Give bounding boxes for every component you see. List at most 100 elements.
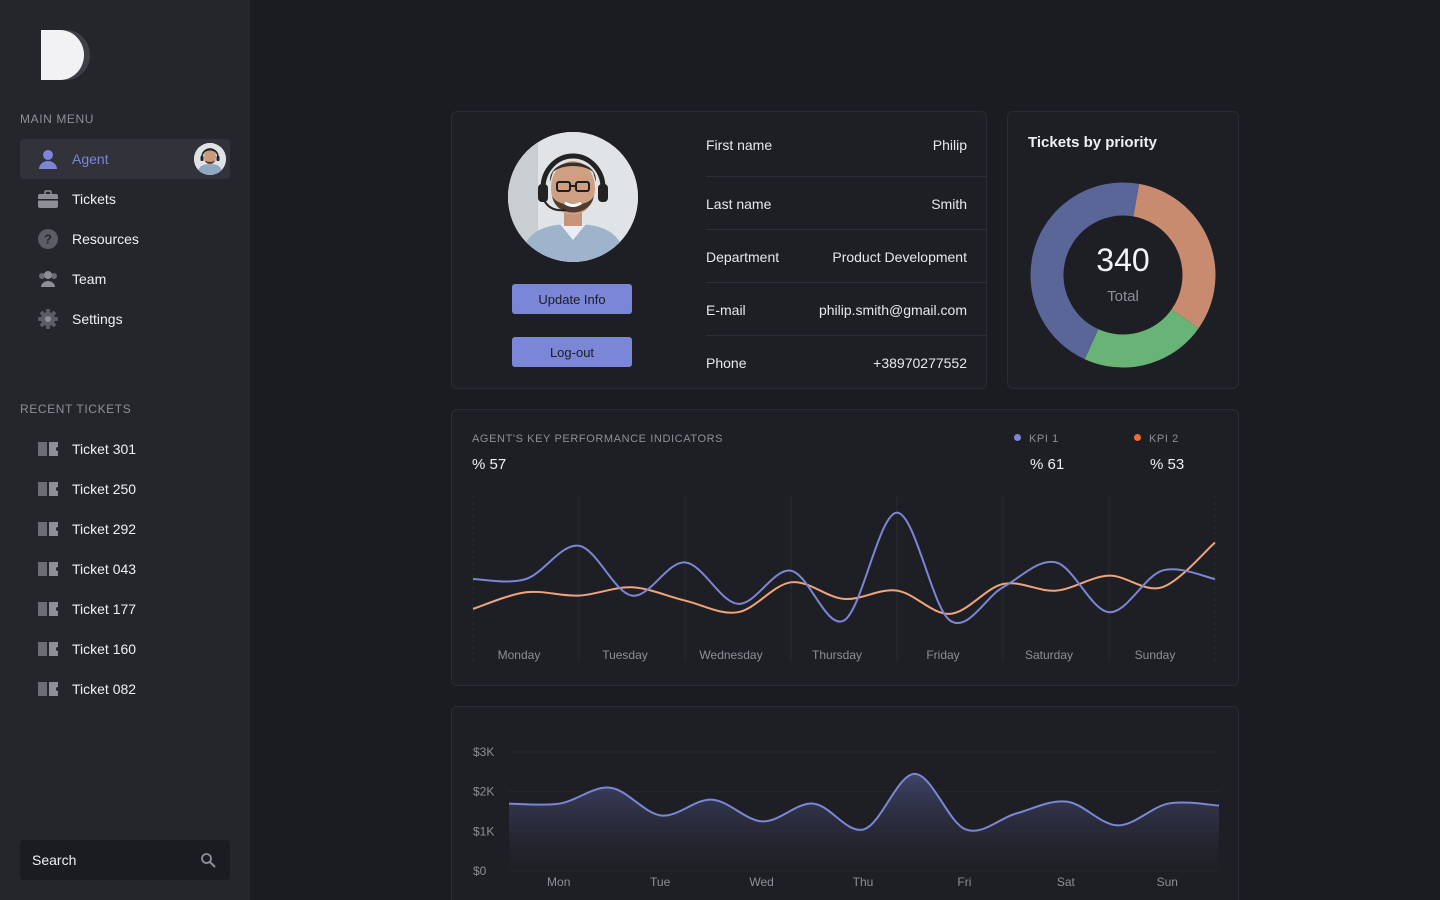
- kpi1-label: KPI 1: [1029, 433, 1059, 445]
- avatar-image: [194, 143, 226, 175]
- y-tick-label: $1K: [473, 824, 494, 838]
- profile-field-value: Smith: [931, 196, 967, 212]
- help-circle-icon: ?: [38, 229, 58, 249]
- priority-title: Tickets by priority: [1028, 134, 1157, 151]
- profile-field-row: E-mail philip.smith@gmail.com: [706, 283, 987, 336]
- update-info-button[interactable]: Update Info: [512, 284, 632, 314]
- x-tick-label: Friday: [926, 648, 959, 662]
- revenue-area-chart: $0 $1K $2K $3K Mon Tue Wed Thu Fri Sat Sun: [473, 745, 1220, 889]
- kpi-series-line: [472, 541, 1216, 615]
- priority-total-value: 340: [1096, 242, 1150, 278]
- kpi-title: AGENT'S KEY PERFORMANCE INDICATORS: [472, 433, 724, 445]
- profile-field-value: Product Development: [832, 249, 967, 265]
- gear-icon: [38, 309, 58, 329]
- kpi-series-line: [472, 511, 1216, 624]
- ticket-icon: [38, 642, 58, 656]
- sidebar-item-tickets[interactable]: Tickets: [20, 179, 230, 219]
- profile-field-row: First name Philip: [706, 112, 987, 177]
- x-tick-label: Wed: [749, 875, 773, 889]
- sidebar-item-label: Team: [72, 271, 107, 287]
- profile-field-label: First name: [706, 137, 773, 153]
- sidebar-item-label: Agent: [72, 151, 109, 167]
- recent-ticket-label: Ticket 250: [72, 481, 137, 497]
- kpi-card: Monday Tuesday Wednesday Thursday Friday Satu…: [451, 409, 1239, 686]
- recent-ticket-item[interactable]: Ticket 160: [20, 629, 230, 669]
- ticket-icon: [38, 482, 58, 496]
- recent-ticket-item[interactable]: Ticket 292: [20, 509, 230, 549]
- kpi-main-value: % 57: [472, 456, 507, 473]
- recent-ticket-label: Ticket 301: [72, 441, 137, 457]
- kpi2-legend: KPI 2: [1134, 433, 1179, 445]
- revenue-card: $0 $1K $2K $3K Mon Tue Wed Thu Fri Sat Sun: [451, 706, 1239, 900]
- recent-ticket-item[interactable]: Ticket 082: [20, 669, 230, 709]
- agent-photo-image: [508, 132, 638, 262]
- x-tick-label: Tue: [650, 875, 671, 889]
- profile-field-value: Philip: [932, 137, 967, 153]
- sidebar-item-settings[interactable]: Settings: [20, 299, 230, 339]
- recent-ticket-label: Ticket 082: [72, 681, 137, 697]
- sidebar-item-label: Resources: [72, 231, 139, 247]
- agent-profile-card: Update Info Log-out First name Philip Last…: [451, 111, 987, 389]
- recent-ticket-item[interactable]: Ticket 177: [20, 589, 230, 629]
- search-input[interactable]: [20, 840, 190, 880]
- recent-ticket-label: Ticket 160: [72, 641, 137, 657]
- sidebar-item-label: Settings: [72, 311, 123, 327]
- x-tick-label: Mon: [547, 875, 570, 889]
- tickets-by-priority-card: Tickets by priority 340 Total: [1007, 111, 1239, 389]
- kpi1-value: % 61: [1030, 456, 1065, 473]
- ticket-icon: [38, 602, 58, 616]
- profile-field-label: Department: [706, 249, 780, 265]
- kpi1-legend: KPI 1: [1014, 433, 1059, 445]
- sidebar-item-resources[interactable]: ? Resources: [20, 219, 230, 259]
- x-tick-label: Wednesday: [699, 648, 762, 662]
- profile-field-label: Last name: [706, 196, 772, 212]
- kpi-line-chart: Monday Tuesday Wednesday Thursday Friday Satu…: [472, 496, 1216, 662]
- profile-field-value: philip.smith@gmail.com: [818, 302, 967, 318]
- x-tick-label: Sun: [1157, 875, 1178, 889]
- kpi2-label: KPI 2: [1149, 433, 1179, 445]
- search-box: [20, 840, 230, 880]
- y-tick-label: $3K: [473, 745, 494, 759]
- sidebar-item-label: Tickets: [72, 191, 116, 207]
- avatar[interactable]: [194, 143, 226, 175]
- kpi2-value: % 53: [1150, 456, 1185, 473]
- main-menu-title: MAIN MENU: [20, 112, 95, 126]
- recent-ticket-item[interactable]: Ticket 043: [20, 549, 230, 589]
- profile-field-row: Department Product Development: [706, 230, 987, 283]
- x-tick-label: Tuesday: [602, 648, 648, 662]
- kpi2-dot: [1134, 434, 1141, 441]
- y-tick-label: $0: [473, 864, 487, 878]
- sidebar: MAIN MENU Agent Tickets ? Resources Team…: [0, 0, 250, 900]
- x-tick-label: Saturday: [1025, 648, 1073, 662]
- x-tick-label: Fri: [957, 875, 971, 889]
- search-icon[interactable]: [200, 852, 216, 868]
- ticket-icon: [38, 562, 58, 576]
- user-icon: [39, 150, 57, 169]
- priority-total-label: Total: [1107, 288, 1139, 305]
- profile-field-value: +38970277552: [873, 355, 967, 371]
- recent-tickets-title: RECENT TICKETS: [20, 402, 132, 416]
- recent-ticket-label: Ticket 043: [72, 561, 137, 577]
- recent-ticket-label: Ticket 292: [72, 521, 137, 537]
- x-tick-label: Monday: [498, 648, 541, 662]
- ticket-icon: [38, 682, 58, 696]
- sidebar-item-team[interactable]: Team: [20, 259, 230, 299]
- profile-field-label: E-mail: [706, 302, 746, 318]
- recent-ticket-item[interactable]: Ticket 301: [20, 429, 230, 469]
- recent-ticket-item[interactable]: Ticket 250: [20, 469, 230, 509]
- recent-ticket-label: Ticket 177: [72, 601, 137, 617]
- kpi1-dot: [1014, 434, 1021, 441]
- x-tick-label: Sunday: [1135, 648, 1176, 662]
- sidebar-item-agent[interactable]: Agent: [20, 139, 230, 179]
- svg-text:?: ?: [44, 232, 52, 247]
- profile-field-row: Last name Smith: [706, 177, 987, 230]
- ticket-icon: [38, 522, 58, 536]
- x-tick-label: Thu: [853, 875, 874, 889]
- profile-field-row: Phone +38970277552: [706, 336, 987, 389]
- team-icon: [39, 271, 57, 287]
- agent-photo: [508, 132, 638, 262]
- logout-button[interactable]: Log-out: [512, 337, 632, 367]
- briefcase-icon: [38, 190, 58, 208]
- app-logo[interactable]: [40, 30, 90, 80]
- x-tick-label: Thursday: [812, 648, 862, 662]
